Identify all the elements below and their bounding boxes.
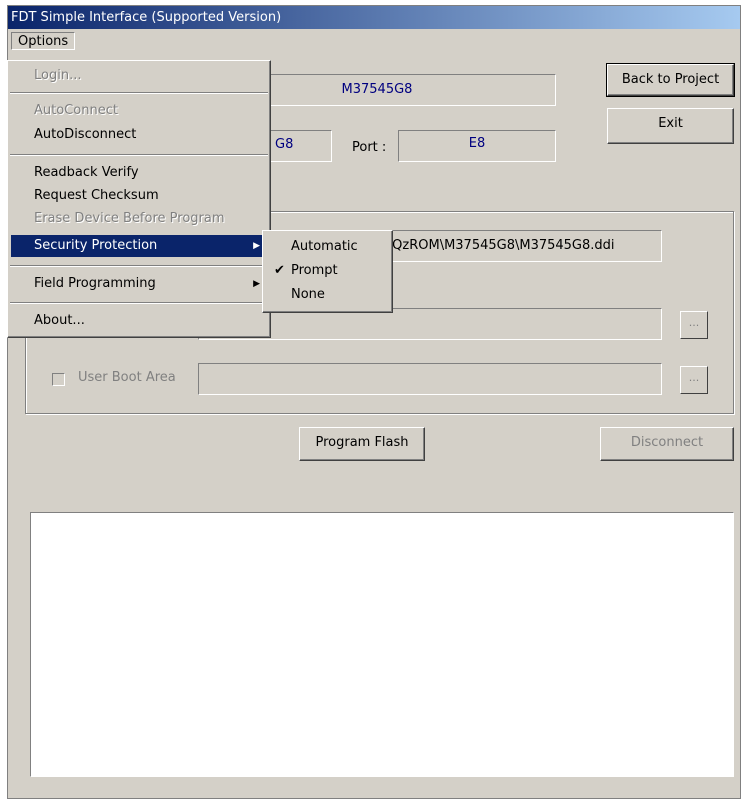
menu-item-readback-verify[interactable]: Readback Verify	[11, 162, 266, 184]
port-label: Port :	[352, 140, 387, 155]
disconnect-button[interactable]: Disconnect	[600, 427, 734, 461]
security-submenu: Automatic ✔ Prompt None	[262, 230, 393, 313]
menu-item-autoconnect[interactable]: AutoConnect	[11, 100, 266, 122]
submenu-arrow-icon: ▶	[253, 241, 260, 251]
user-boot-label: User Boot Area	[78, 370, 176, 385]
menu-item-about[interactable]: About...	[11, 310, 266, 332]
menu-separator	[10, 265, 268, 267]
menu-item-security-protection[interactable]: Security Protection ▶	[11, 235, 266, 257]
menu-separator	[10, 154, 268, 156]
menu-item-security-label: Security Protection	[34, 238, 158, 253]
checkmark-icon: ✔	[274, 263, 285, 278]
menu-separator	[10, 302, 268, 304]
menu-item-field-programming[interactable]: Field Programming ▶	[11, 273, 266, 295]
menu-item-field-programming-label: Field Programming	[34, 276, 156, 291]
port-value: E8	[468, 136, 486, 151]
user-boot-browse-button[interactable]: ...	[680, 366, 708, 394]
program-flash-button[interactable]: Program Flash	[299, 427, 425, 461]
menu-item-autodisconnect[interactable]: AutoDisconnect	[11, 124, 266, 146]
output-log	[30, 512, 734, 777]
file-path-field[interactable]: es\QzROM\M37545G8\M37545G8.ddi	[368, 230, 662, 262]
device-short-value: G8	[275, 137, 294, 152]
submenu-item-prompt-label: Prompt	[291, 263, 338, 278]
port-field: E8	[398, 130, 556, 162]
window-title: FDT Simple Interface (Supported Version)	[8, 6, 740, 29]
menu-item-erase-device[interactable]: Erase Device Before Program	[11, 208, 266, 230]
device-value: M37545G8	[341, 82, 413, 97]
submenu-item-none[interactable]: None	[266, 283, 390, 307]
user-boot-field[interactable]	[198, 363, 662, 395]
options-dropdown: Login... AutoConnect AutoDisconnect Read…	[7, 60, 271, 338]
user-boot-checkbox[interactable]	[52, 373, 65, 386]
exit-button[interactable]: Exit	[607, 108, 734, 144]
submenu-arrow-icon: ▶	[253, 279, 260, 289]
menu-separator	[10, 92, 268, 94]
menu-item-request-checksum[interactable]: Request Checksum	[11, 185, 266, 207]
submenu-item-prompt[interactable]: ✔ Prompt	[266, 259, 390, 283]
back-to-project-button[interactable]: Back to Project	[606, 63, 735, 97]
menu-options[interactable]: Options	[11, 32, 76, 50]
file-path-value: es\QzROM\M37545G8\M37545G8.ddi	[373, 238, 615, 253]
browse-button-2[interactable]: ...	[680, 311, 708, 339]
menubar: Options	[8, 30, 740, 52]
submenu-item-automatic[interactable]: Automatic	[266, 235, 390, 259]
menu-item-login[interactable]: Login...	[11, 65, 266, 87]
